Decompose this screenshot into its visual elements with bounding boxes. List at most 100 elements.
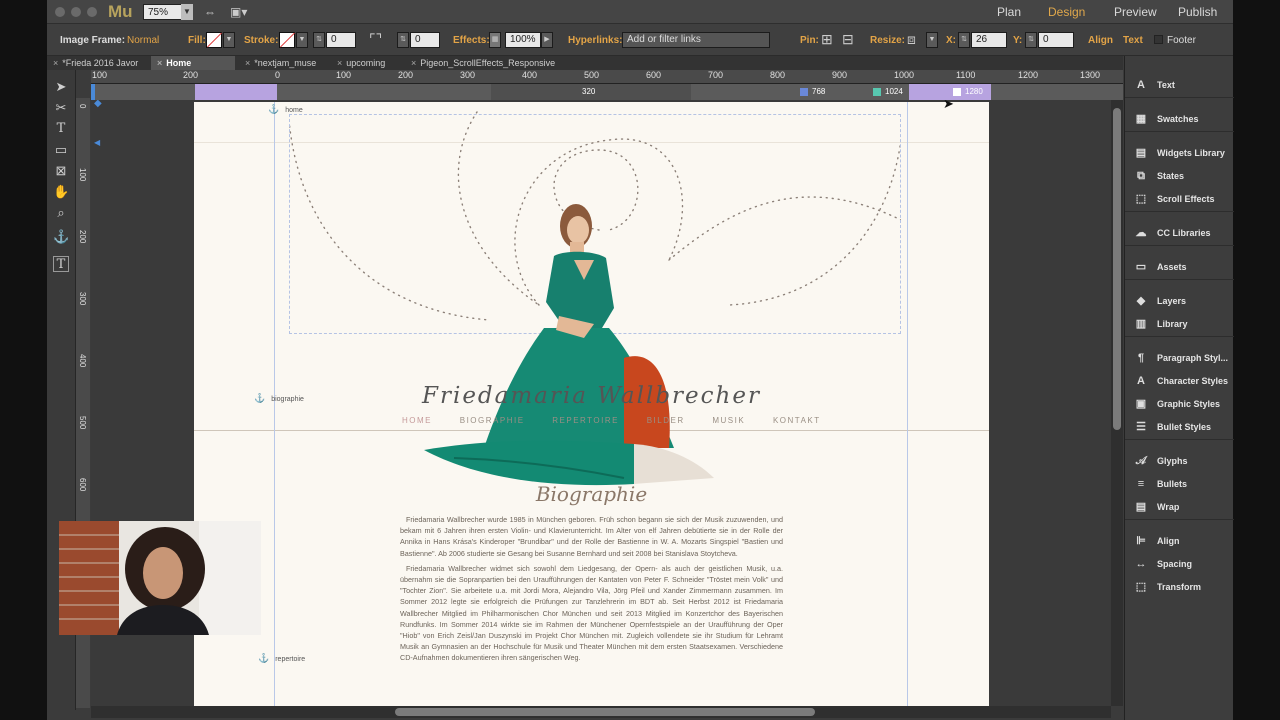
opacity-input[interactable]: 100% xyxy=(505,32,541,48)
horizontal-scroll-thumb[interactable] xyxy=(395,708,815,716)
display-menu-icon[interactable]: ▣▾ xyxy=(230,5,247,19)
panel-cc-libraries[interactable]: ☁ CC Libraries xyxy=(1133,223,1211,243)
effects-label[interactable]: Effects: xyxy=(453,35,490,46)
opacity-arrow-icon[interactable]: ▶ xyxy=(541,32,553,48)
anchor-repertoire[interactable]: ⚓ repertoire xyxy=(258,653,305,664)
crop-tool-icon[interactable]: ✂ xyxy=(53,100,69,116)
preview-mode-tab[interactable]: Preview xyxy=(1114,5,1157,19)
vertical-scroll-thumb[interactable] xyxy=(1113,108,1121,430)
corner-radius-input[interactable]: 0 xyxy=(410,32,440,48)
zoom-tool-icon[interactable]: ⌕ xyxy=(53,205,69,221)
panel-transform[interactable]: ⬚ Transform xyxy=(1133,577,1201,597)
close-tab-icon[interactable]: × xyxy=(157,58,162,68)
panel-text[interactable]: A Text xyxy=(1133,75,1175,95)
align-link[interactable]: Align xyxy=(1088,35,1113,46)
tab-pigeon-scroll-effects[interactable]: × Pigeon_ScrollEffects_Responsive xyxy=(405,56,585,70)
fill-label[interactable]: Fill: xyxy=(188,35,206,46)
tab-frieda-2016[interactable]: × *Frieda 2016 Javor xyxy=(47,56,147,70)
stroke-swatch[interactable] xyxy=(279,32,295,48)
breakpoint-1280-label[interactable]: 1280 xyxy=(965,87,983,96)
breakpoint-marker-icon[interactable] xyxy=(91,84,95,100)
panel-swatches[interactable]: ▦ Swatches xyxy=(1133,109,1199,129)
horizontal-scrollbar[interactable] xyxy=(91,706,1111,718)
panel-assets[interactable]: ▭ Assets xyxy=(1133,257,1187,277)
view-options-icon[interactable]: ⇔ xyxy=(204,5,216,19)
y-stepper-icon[interactable]: ⇅ xyxy=(1025,32,1037,48)
stroke-label[interactable]: Stroke: xyxy=(244,35,278,46)
breakpoint-bar[interactable]: 320 768 1024 1280 xyxy=(91,84,1123,100)
panel-bullets[interactable]: ≡ Bullets xyxy=(1133,474,1187,494)
panel-bullet-styles[interactable]: ☰ Bullet Styles xyxy=(1133,417,1211,437)
stroke-stepper-icon[interactable]: ⇅ xyxy=(313,32,325,48)
zoom-dropdown-arrow-icon[interactable]: ▼ xyxy=(181,4,193,20)
panel-character-styles[interactable]: A Character Styles xyxy=(1133,371,1228,391)
breakpoint-1024-label[interactable]: 1024 xyxy=(885,87,903,96)
text-tool-icon[interactable]: T xyxy=(53,121,69,137)
close-tab-icon[interactable]: × xyxy=(411,58,416,68)
rectangle-tool-icon[interactable]: ▭ xyxy=(53,142,69,158)
hand-tool-icon[interactable]: ✋ xyxy=(53,184,69,200)
panel-align[interactable]: ⊫ Align xyxy=(1133,531,1179,551)
tab-upcoming[interactable]: × upcoming xyxy=(331,56,401,70)
selection-tool-icon[interactable]: ➤ xyxy=(53,79,69,95)
nav-item-biographie[interactable]: BIOGRAPHIE xyxy=(460,416,525,425)
nav-item-home[interactable]: HOME xyxy=(402,416,432,425)
panel-spacing[interactable]: ↔ Spacing xyxy=(1133,554,1193,574)
stroke-width-input[interactable]: 0 xyxy=(326,32,356,48)
resize-label[interactable]: Resize: xyxy=(870,35,905,46)
hyperlinks-input[interactable]: Add or filter links xyxy=(622,32,770,48)
panel-glyphs[interactable]: 𝒜 Glyphs xyxy=(1133,451,1188,471)
pin-grid-icon[interactable]: ⊞ xyxy=(821,31,833,48)
tab-nextjam-muse[interactable]: × *nextjam_muse xyxy=(239,56,327,70)
pin-label[interactable]: Pin: xyxy=(800,35,819,46)
breakpoint-768-label[interactable]: 768 xyxy=(812,87,825,96)
page-canvas[interactable]: ⚓ home ⚓ biographie ⚓ repertoire Friedam… xyxy=(194,102,989,706)
pin-toggle-icon[interactable]: ⊟ xyxy=(842,31,854,48)
panel-layers[interactable]: ◆ Layers xyxy=(1133,291,1186,311)
close-tab-icon[interactable]: × xyxy=(337,58,342,68)
horizontal-ruler[interactable]: 100 200 0 100 200 300 400 500 600 700 80… xyxy=(91,70,1123,84)
x-position-input[interactable]: 26 xyxy=(971,32,1007,48)
vertical-scrollbar[interactable] xyxy=(1111,100,1123,706)
singer-photo[interactable] xyxy=(484,198,674,448)
panel-scroll-effects[interactable]: ⬚ Scroll Effects xyxy=(1133,189,1215,209)
footer-checkbox[interactable] xyxy=(1154,35,1163,44)
design-mode-tab[interactable]: Design xyxy=(1048,5,1085,19)
header-marker-icon[interactable]: ◀ xyxy=(94,138,100,147)
effects-icon[interactable]: ▦ xyxy=(489,32,501,48)
nav-item-kontakt[interactable]: KONTAKT xyxy=(773,416,821,425)
image-frame-value[interactable]: Normal xyxy=(127,35,159,46)
stroke-dropdown-icon[interactable]: ▼ xyxy=(296,32,308,48)
minimize-window-icon[interactable] xyxy=(71,7,81,17)
resize-dropdown-icon[interactable]: ▼ xyxy=(926,32,938,48)
panel-wrap[interactable]: ▤ Wrap xyxy=(1133,497,1180,517)
panel-states[interactable]: ⧉ States xyxy=(1133,166,1184,186)
zoom-window-icon[interactable] xyxy=(87,7,97,17)
corner-stepper-icon[interactable]: ⇅ xyxy=(397,32,409,48)
close-window-icon[interactable] xyxy=(55,7,65,17)
panel-graphic-styles[interactable]: ▣ Graphic Styles xyxy=(1133,394,1220,414)
resize-mode-icon[interactable]: ⧈ xyxy=(907,31,916,48)
nav-item-repertoire[interactable]: REPERTOIRE xyxy=(552,416,619,425)
nav-item-musik[interactable]: MUSIK xyxy=(712,416,745,425)
text-link[interactable]: Text xyxy=(1123,35,1143,46)
hyperlinks-label[interactable]: Hyperlinks: xyxy=(568,35,622,46)
panel-paragraph-styles[interactable]: ¶ Paragraph Styl... xyxy=(1133,348,1228,368)
text-frame-tool-icon[interactable]: T xyxy=(53,256,69,272)
biographie-text-frame[interactable]: Friedamaria Wallbrecher wurde 1985 in Mü… xyxy=(400,514,783,668)
page-top-marker-icon[interactable]: ◆ xyxy=(94,100,102,109)
dress-banner-image[interactable] xyxy=(424,438,714,488)
plan-mode-tab[interactable]: Plan xyxy=(997,5,1021,19)
fill-swatch[interactable] xyxy=(206,32,222,48)
publish-button[interactable]: Publish xyxy=(1178,5,1217,19)
x-stepper-icon[interactable]: ⇅ xyxy=(958,32,970,48)
tab-home[interactable]: × Home xyxy=(151,56,235,70)
fill-dropdown-icon[interactable]: ▼ xyxy=(223,32,235,48)
panel-widgets-library[interactable]: ▤ Widgets Library xyxy=(1133,143,1225,163)
image-frame-tool-icon[interactable]: ⊠ xyxy=(53,163,69,179)
panel-library[interactable]: ▥ Library xyxy=(1133,314,1188,334)
close-tab-icon[interactable]: × xyxy=(53,58,58,68)
close-tab-icon[interactable]: × xyxy=(245,58,250,68)
anchor-tool-icon[interactable]: ⚓ xyxy=(53,229,69,245)
breakpoint-range-left[interactable] xyxy=(195,84,277,100)
